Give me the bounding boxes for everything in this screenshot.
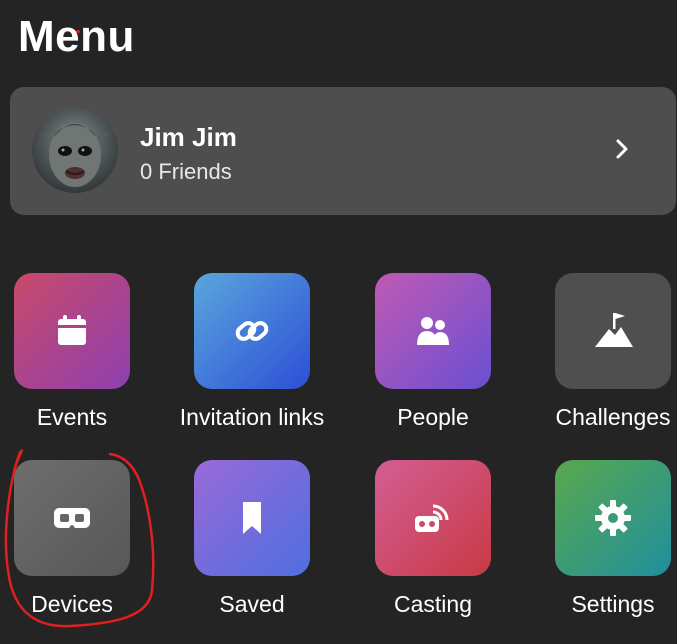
profile-name: Jim Jim — [140, 122, 237, 152]
people-label: People — [397, 404, 469, 430]
challenges-tile-box[interactable] — [555, 273, 671, 389]
people-tile-box[interactable] — [375, 273, 491, 389]
avatar[interactable] — [32, 107, 118, 193]
events-tile-box[interactable] — [14, 273, 130, 389]
calendar-icon — [58, 315, 86, 345]
menu-tile-people[interactable]: People — [375, 273, 535, 448]
menu-tile-challenges[interactable]: Challenges — [555, 273, 677, 448]
menu-tile-events[interactable]: Events — [14, 273, 174, 448]
mountain-flag-icon — [595, 313, 633, 347]
devices-label: Devices — [31, 591, 113, 617]
friends-count: 0 Friends — [140, 159, 232, 184]
casting-icon — [415, 504, 449, 532]
annotation-dot — [76, 30, 80, 33]
menu-tile-casting[interactable]: Casting — [375, 460, 535, 635]
challenges-label: Challenges — [555, 404, 671, 430]
menu-tile-saved[interactable]: Saved — [194, 460, 354, 635]
vr-headset-icon — [54, 508, 90, 528]
invitation-links-label: Invitation links — [179, 404, 325, 430]
menu-tile-settings[interactable]: Settings — [555, 460, 677, 635]
menu-page: Menu Jim Jim 0 Friends Events Invitation… — [0, 0, 677, 644]
bookmark-icon — [243, 502, 261, 534]
alien-avatar-image — [40, 123, 110, 187]
gear-icon — [595, 500, 631, 536]
casting-tile-box[interactable] — [375, 460, 491, 576]
people-icon — [417, 317, 449, 345]
saved-tile-box[interactable] — [194, 460, 310, 576]
saved-label: Saved — [219, 591, 285, 617]
menu-tile-devices[interactable]: Devices — [14, 460, 174, 635]
devices-tile-box[interactable] — [14, 460, 130, 576]
settings-label: Settings — [571, 591, 655, 617]
invitation-links-tile-box[interactable] — [194, 273, 310, 389]
chevron-right-icon[interactable] — [610, 137, 634, 161]
link-icon — [235, 321, 269, 341]
menu-tile-invitation-links[interactable]: Invitation links — [180, 273, 354, 448]
profile-card[interactable]: Jim Jim 0 Friends — [10, 87, 676, 215]
page-title: Menu — [18, 12, 135, 61]
casting-label: Casting — [394, 591, 472, 617]
settings-tile-box[interactable] — [555, 460, 671, 576]
events-label: Events — [36, 404, 108, 430]
